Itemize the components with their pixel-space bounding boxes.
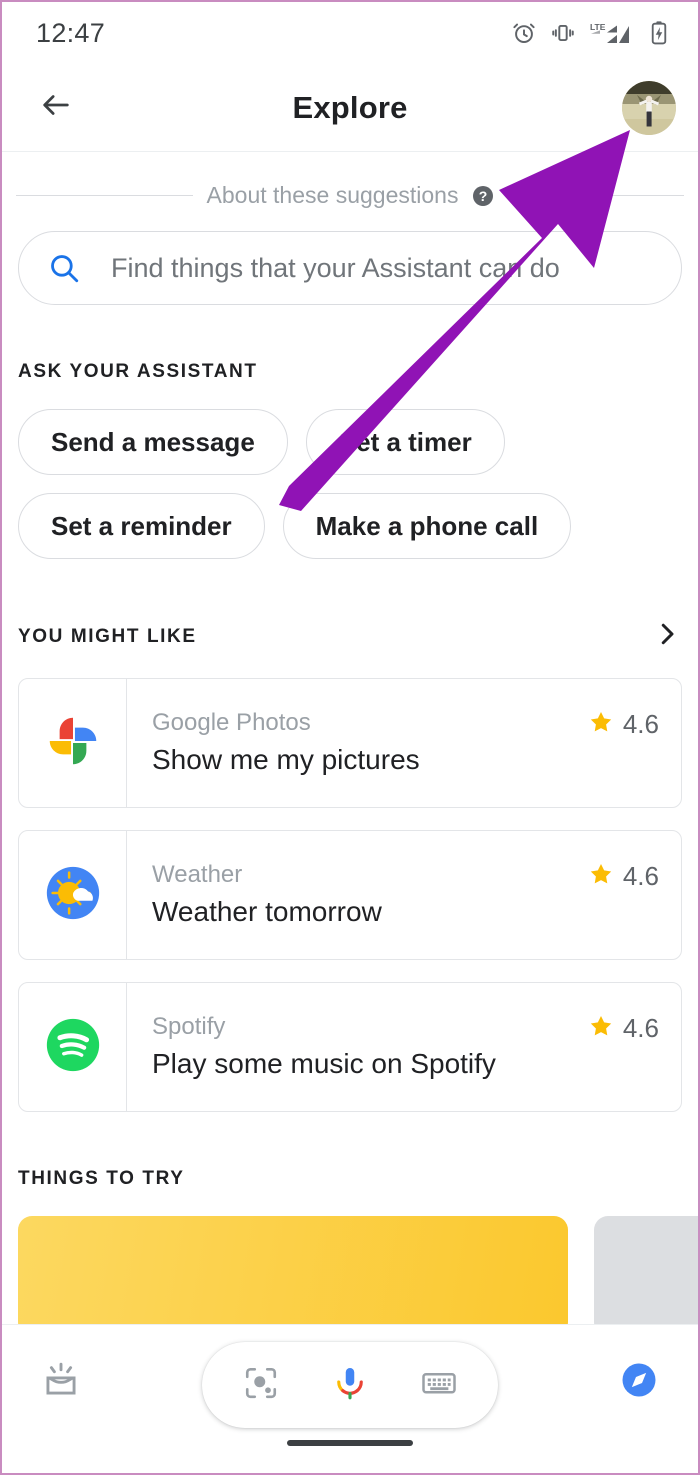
search-input[interactable]: Find things that your Assistant can do bbox=[18, 231, 682, 305]
scroll-content[interactable]: About these suggestions ? Find things th… bbox=[2, 153, 698, 1325]
google-lens-button[interactable] bbox=[241, 1363, 281, 1408]
spotify-icon bbox=[42, 1014, 104, 1081]
card-rating: 4.6 bbox=[588, 1013, 659, 1044]
keyboard-icon bbox=[419, 1363, 459, 1408]
card-icon-cell bbox=[19, 983, 127, 1111]
star-icon bbox=[588, 861, 614, 892]
alarm-icon bbox=[511, 20, 537, 46]
card-body: Spotify Play some music on Spotify bbox=[127, 983, 681, 1111]
status-icon-group: LTE bbox=[511, 20, 670, 46]
lte-signal-icon: LTE bbox=[589, 20, 635, 46]
svg-text:?: ? bbox=[479, 188, 488, 204]
card-phrase: Show me my pictures bbox=[152, 743, 420, 775]
status-bar: 12:47 LTE bbox=[2, 2, 698, 64]
avatar-photo bbox=[622, 80, 676, 135]
google-mic-button[interactable] bbox=[330, 1363, 370, 1408]
chip-row: Send a message Set a timer bbox=[18, 409, 682, 475]
keyboard-button[interactable] bbox=[419, 1363, 459, 1408]
status-time: 12:47 bbox=[36, 17, 106, 48]
star-icon bbox=[588, 709, 614, 740]
google-lens-icon bbox=[241, 1363, 281, 1408]
battery-charging-icon bbox=[648, 20, 670, 46]
account-avatar[interactable] bbox=[622, 80, 676, 135]
suggestion-card[interactable]: Spotify Play some music on Spotify 4.6 bbox=[18, 982, 682, 1112]
card-body: Weather Weather tomorrow bbox=[127, 831, 681, 959]
card-icon-cell bbox=[19, 679, 127, 807]
bottom-navigation-bar bbox=[2, 1324, 698, 1473]
section-header-things-to-try: THINGS TO TRY bbox=[18, 1168, 185, 1189]
chip-row: Set a reminder Make a phone call bbox=[18, 493, 682, 559]
card-phrase: Weather tomorrow bbox=[152, 895, 382, 927]
svg-text:LTE: LTE bbox=[590, 22, 606, 32]
things-to-try-card[interactable] bbox=[594, 1216, 698, 1325]
section-header-you-might-like: YOU MIGHT LIKE bbox=[18, 625, 197, 647]
chip-set-a-reminder[interactable]: Set a reminder bbox=[18, 493, 265, 559]
assistant-input-pill bbox=[202, 1342, 498, 1428]
rating-value: 4.6 bbox=[622, 1013, 659, 1043]
snapshot-button[interactable] bbox=[24, 1351, 98, 1413]
suggestion-card[interactable]: Weather Weather tomorrow 4.6 bbox=[18, 830, 682, 960]
card-body: Google Photos Show me my pictures bbox=[127, 679, 681, 807]
divider-right bbox=[507, 195, 684, 196]
explore-button[interactable] bbox=[602, 1351, 676, 1413]
vibrate-icon bbox=[550, 20, 576, 46]
rating-value: 4.6 bbox=[622, 709, 659, 739]
section-header-ask-your-assistant: ASK YOUR ASSISTANT bbox=[18, 361, 258, 382]
phone-screen: 12:47 LTE Explore About these suggestion… bbox=[0, 0, 700, 1475]
help-icon[interactable]: ? bbox=[471, 184, 495, 208]
weather-icon bbox=[42, 862, 104, 929]
back-button[interactable] bbox=[36, 88, 76, 128]
search-icon bbox=[47, 251, 81, 285]
suggestion-card[interactable]: Google Photos Show me my pictures 4.6 bbox=[18, 678, 682, 808]
card-rating: 4.6 bbox=[588, 709, 659, 740]
chip-make-a-phone-call[interactable]: Make a phone call bbox=[282, 493, 572, 559]
snapshot-icon bbox=[39, 1358, 83, 1407]
google-photos-icon bbox=[42, 710, 104, 777]
card-icon-cell bbox=[19, 831, 127, 959]
explore-compass-icon bbox=[617, 1358, 661, 1407]
things-to-try-card[interactable] bbox=[18, 1216, 568, 1325]
page-title: Explore bbox=[292, 89, 408, 125]
section-header-you-might-like-row: YOU MIGHT LIKE bbox=[18, 619, 682, 654]
assistant-chip-group: Send a message Set a timer Set a reminde… bbox=[2, 409, 698, 559]
card-rating: 4.6 bbox=[588, 861, 659, 892]
about-suggestions-row[interactable]: About these suggestions ? bbox=[2, 182, 698, 209]
app-bar: Explore bbox=[2, 64, 698, 152]
divider-left bbox=[16, 195, 193, 196]
back-arrow-icon bbox=[39, 88, 73, 127]
about-suggestions-label: About these suggestions bbox=[206, 182, 459, 208]
things-to-try-carousel[interactable] bbox=[2, 1216, 698, 1325]
suggestion-card-list: Google Photos Show me my pictures 4.6 We… bbox=[18, 678, 682, 1112]
card-phrase: Play some music on Spotify bbox=[152, 1047, 496, 1079]
google-mic-icon bbox=[330, 1363, 370, 1408]
chevron-right-icon[interactable] bbox=[652, 619, 682, 654]
chip-send-a-message[interactable]: Send a message bbox=[18, 409, 288, 475]
search-placeholder: Find things that your Assistant can do bbox=[111, 252, 560, 283]
star-icon bbox=[588, 1013, 614, 1044]
home-indicator bbox=[287, 1440, 413, 1446]
chip-set-a-timer[interactable]: Set a timer bbox=[305, 409, 505, 475]
rating-value: 4.6 bbox=[622, 861, 659, 891]
